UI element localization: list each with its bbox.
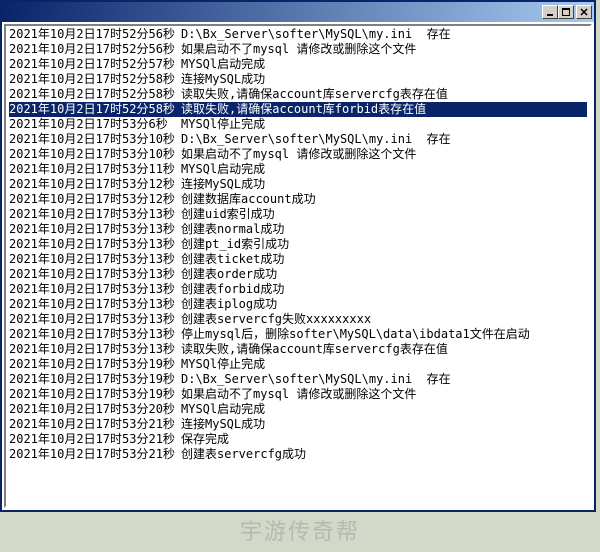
log-row[interactable]: 2021年10月2日17时53分13秒创建表order成功 [9, 267, 587, 282]
log-row[interactable]: 2021年10月2日17时53分13秒停止mysql后，删除softer\MyS… [9, 327, 587, 342]
log-row[interactable]: 2021年10月2日17时52分58秒连接MySQL成功 [9, 72, 587, 87]
log-timestamp: 2021年10月2日17时53分13秒 [9, 297, 181, 312]
log-message: 读取失败,请确保account库forbid表存在值 [181, 102, 587, 117]
log-timestamp: 2021年10月2日17时52分58秒 [9, 102, 181, 117]
log-timestamp: 2021年10月2日17时53分10秒 [9, 132, 181, 147]
log-message: D:\Bx_Server\softer\MySQL\my.ini 存在 [181, 372, 587, 387]
log-row[interactable]: 2021年10月2日17时53分11秒MYSQl启动完成 [9, 162, 587, 177]
log-timestamp: 2021年10月2日17时53分20秒 [9, 402, 181, 417]
log-row[interactable]: 2021年10月2日17时52分56秒D:\Bx_Server\softer\M… [9, 27, 587, 42]
log-message: 连接MySQL成功 [181, 72, 587, 87]
log-message: D:\Bx_Server\softer\MySQL\my.ini 存在 [181, 27, 587, 42]
log-timestamp: 2021年10月2日17时53分21秒 [9, 417, 181, 432]
log-row[interactable]: 2021年10月2日17时53分13秒创建表servercfg失败xxxxxxx… [9, 312, 587, 327]
log-timestamp: 2021年10月2日17时52分58秒 [9, 87, 181, 102]
log-message: 读取失败,请确保account库servercfg表存在值 [181, 87, 587, 102]
log-row[interactable]: 2021年10月2日17时53分6秒MYSQl停止完成 [9, 117, 587, 132]
log-row[interactable]: 2021年10月2日17时53分10秒如果启动不了mysql 请修改或删除这个文… [9, 147, 587, 162]
log-timestamp: 2021年10月2日17时52分56秒 [9, 27, 181, 42]
log-message: MYSQl启动完成 [181, 402, 587, 417]
log-message: 如果启动不了mysql 请修改或删除这个文件 [181, 42, 587, 57]
log-timestamp: 2021年10月2日17时53分13秒 [9, 327, 181, 342]
log-timestamp: 2021年10月2日17时53分13秒 [9, 207, 181, 222]
log-timestamp: 2021年10月2日17时53分12秒 [9, 177, 181, 192]
log-row[interactable]: 2021年10月2日17时52分56秒如果启动不了mysql 请修改或删除这个文… [9, 42, 587, 57]
log-row[interactable]: 2021年10月2日17时53分19秒如果启动不了mysql 请修改或删除这个文… [9, 387, 587, 402]
minimize-button[interactable] [542, 5, 558, 19]
log-message: 读取失败,请确保account库servercfg表存在值 [181, 342, 587, 357]
log-timestamp: 2021年10月2日17时53分13秒 [9, 267, 181, 282]
log-timestamp: 2021年10月2日17时53分21秒 [9, 447, 181, 462]
log-timestamp: 2021年10月2日17时52分58秒 [9, 72, 181, 87]
log-row[interactable]: 2021年10月2日17时53分12秒创建数据库account成功 [9, 192, 587, 207]
log-timestamp: 2021年10月2日17时53分13秒 [9, 312, 181, 327]
log-timestamp: 2021年10月2日17时53分19秒 [9, 357, 181, 372]
log-timestamp: 2021年10月2日17时52分56秒 [9, 42, 181, 57]
log-timestamp: 2021年10月2日17时53分13秒 [9, 237, 181, 252]
watermark: 宇游传奇帮 [0, 514, 600, 546]
log-message: 创建表forbid成功 [181, 282, 587, 297]
log-row[interactable]: 2021年10月2日17时53分21秒连接MySQL成功 [9, 417, 587, 432]
log-row[interactable]: 2021年10月2日17时52分58秒读取失败,请确保account库serve… [9, 87, 587, 102]
log-timestamp: 2021年10月2日17时53分13秒 [9, 252, 181, 267]
maximize-icon [562, 8, 570, 16]
log-message: 创建表ticket成功 [181, 252, 587, 267]
log-row[interactable]: 2021年10月2日17时53分19秒D:\Bx_Server\softer\M… [9, 372, 587, 387]
log-message: 连接MySQL成功 [181, 177, 587, 192]
log-row[interactable]: 2021年10月2日17时53分12秒连接MySQL成功 [9, 177, 587, 192]
maximize-button[interactable] [558, 5, 574, 19]
log-timestamp: 2021年10月2日17时52分57秒 [9, 57, 181, 72]
log-row[interactable]: 2021年10月2日17时53分10秒D:\Bx_Server\softer\M… [9, 132, 587, 147]
minimize-icon [546, 8, 554, 16]
log-message: 创建pt_id索引成功 [181, 237, 587, 252]
log-message: 创建数据库account成功 [181, 192, 587, 207]
log-timestamp: 2021年10月2日17时53分10秒 [9, 147, 181, 162]
log-row[interactable]: 2021年10月2日17时53分19秒MYSQl停止完成 [9, 357, 587, 372]
log-message: 如果启动不了mysql 请修改或删除这个文件 [181, 387, 587, 402]
log-row[interactable]: 2021年10月2日17时52分58秒读取失败,请确保account库forbi… [9, 102, 587, 117]
log-message: 保存完成 [181, 432, 587, 447]
log-message: 创建表servercfg失败xxxxxxxxx [181, 312, 587, 327]
log-row[interactable]: 2021年10月2日17时53分13秒创建表ticket成功 [9, 252, 587, 267]
log-message: 创建表iplog成功 [181, 297, 587, 312]
log-row[interactable]: 2021年10月2日17时53分13秒创建表normal成功 [9, 222, 587, 237]
log-row[interactable]: 2021年10月2日17时53分13秒创建表forbid成功 [9, 282, 587, 297]
log-timestamp: 2021年10月2日17时53分11秒 [9, 162, 181, 177]
close-icon [580, 8, 588, 16]
log-message: MYSQl停止完成 [181, 357, 587, 372]
log-timestamp: 2021年10月2日17时53分19秒 [9, 372, 181, 387]
log-row[interactable]: 2021年10月2日17时53分21秒创建表servercfg成功 [9, 447, 587, 462]
log-message: 创建表servercfg成功 [181, 447, 587, 462]
log-message: MYSQl停止完成 [181, 117, 587, 132]
close-button[interactable] [576, 5, 592, 19]
log-row[interactable]: 2021年10月2日17时53分13秒创建uid索引成功 [9, 207, 587, 222]
log-row[interactable]: 2021年10月2日17时53分21秒保存完成 [9, 432, 587, 447]
log-message: 停止mysql后，删除softer\MySQL\data\ibdata1文件在启… [181, 327, 587, 342]
log-timestamp: 2021年10月2日17时53分19秒 [9, 387, 181, 402]
log-message: 连接MySQL成功 [181, 417, 587, 432]
log-message: MYSQl启动完成 [181, 57, 587, 72]
log-row[interactable]: 2021年10月2日17时53分13秒创建表iplog成功 [9, 297, 587, 312]
log-row[interactable]: 2021年10月2日17时53分13秒读取失败,请确保account库serve… [9, 342, 587, 357]
log-message: D:\Bx_Server\softer\MySQL\my.ini 存在 [181, 132, 587, 147]
log-row[interactable]: 2021年10月2日17时53分20秒MYSQl启动完成 [9, 402, 587, 417]
log-list[interactable]: 2021年10月2日17时52分56秒D:\Bx_Server\softer\M… [4, 24, 592, 508]
log-timestamp: 2021年10月2日17时53分13秒 [9, 222, 181, 237]
log-message: 创建表order成功 [181, 267, 587, 282]
log-row[interactable]: 2021年10月2日17时53分13秒创建pt_id索引成功 [9, 237, 587, 252]
log-timestamp: 2021年10月2日17时53分6秒 [9, 117, 181, 132]
log-timestamp: 2021年10月2日17时53分12秒 [9, 192, 181, 207]
log-window: 2021年10月2日17时52分56秒D:\Bx_Server\softer\M… [0, 0, 596, 512]
log-message: MYSQl启动完成 [181, 162, 587, 177]
log-timestamp: 2021年10月2日17时53分13秒 [9, 282, 181, 297]
log-timestamp: 2021年10月2日17时53分21秒 [9, 432, 181, 447]
log-timestamp: 2021年10月2日17时53分13秒 [9, 342, 181, 357]
log-message: 创建表normal成功 [181, 222, 587, 237]
log-message: 创建uid索引成功 [181, 207, 587, 222]
log-message: 如果启动不了mysql 请修改或删除这个文件 [181, 147, 587, 162]
log-row[interactable]: 2021年10月2日17时52分57秒MYSQl启动完成 [9, 57, 587, 72]
titlebar [2, 2, 594, 22]
